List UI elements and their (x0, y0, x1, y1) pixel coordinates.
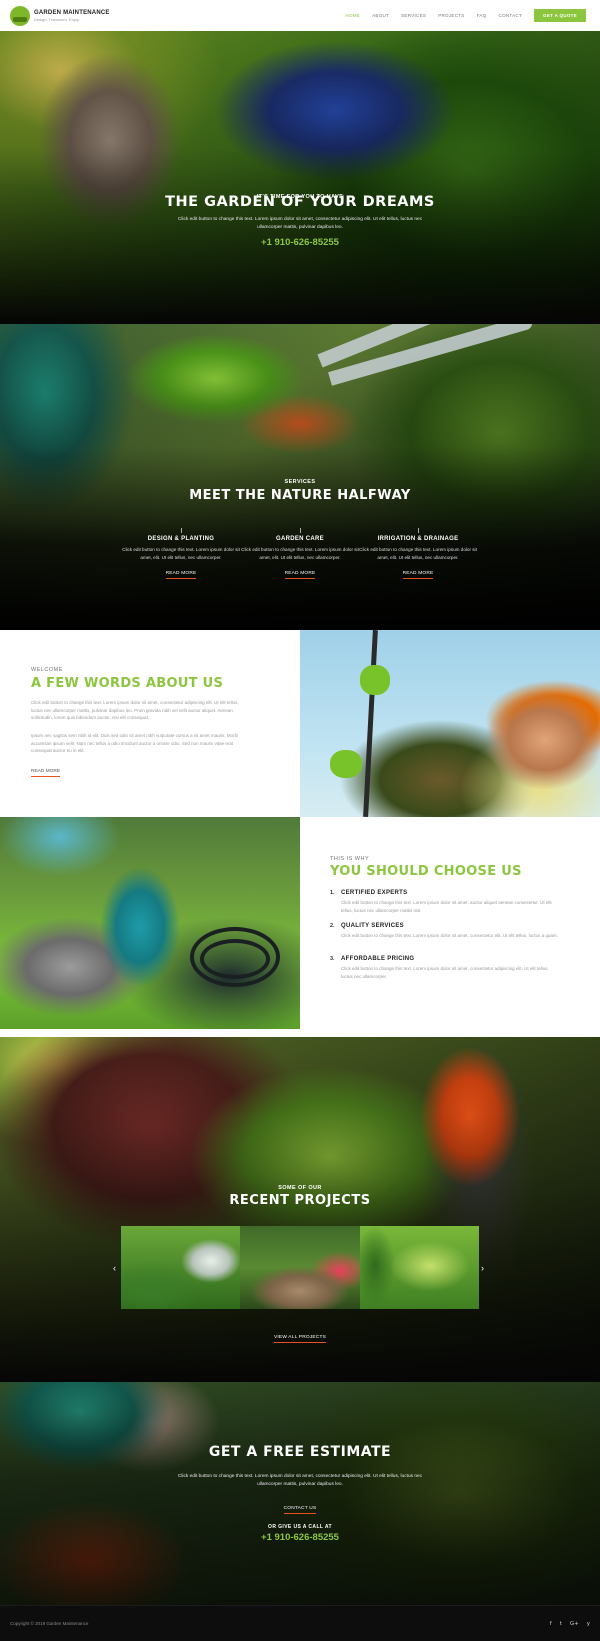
project-thumbnail-stone-path[interactable] (240, 1226, 360, 1309)
nav-contact[interactable]: CONTACT (499, 13, 523, 18)
youtube-icon[interactable]: y (587, 1621, 590, 1627)
carousel-next-arrow-icon[interactable]: › (481, 1263, 484, 1273)
google-plus-icon[interactable]: G+ (570, 1621, 579, 1627)
contact-us-link[interactable]: CONTACT US (283, 1506, 317, 1514)
hero-text-line-2: ullamcorper mattis, pulvinar dapibus leo… (257, 225, 343, 230)
hero-text-line-1: Click edit button to change this text. L… (177, 217, 423, 222)
brand-tagline: Design. Transform. Enjoy. (34, 16, 80, 22)
nav-faq[interactable]: FAQ (477, 13, 487, 18)
service-text: Click edit button to change this text. L… (359, 547, 477, 560)
reason-text: Click edit button to change this text. L… (341, 933, 558, 938)
estimate-text-line-1: Click edit button to change this text. L… (177, 1474, 423, 1479)
nav-about[interactable]: ABOUT (372, 13, 389, 18)
divider (417, 528, 419, 533)
main-nav: HOME ABOUT SERVICES PROJECTS FAQ CONTACT… (333, 9, 586, 22)
brand-name[interactable]: GARDEN MAINTENANCE (34, 10, 110, 16)
hero-title: THE GARDEN OF YOUR DREAMS (165, 194, 435, 210)
services-title: MEET THE NATURE HALFWAY (189, 488, 411, 503)
service-title: GARDEN CARE (276, 536, 324, 542)
about-section: WELCOME A FEW WORDS ABOUT US Click edit … (0, 630, 300, 817)
estimate-section: GET A FREE ESTIMATE Click edit button to… (0, 1382, 600, 1605)
service-title: IRRIGATION & DRAINAGE (377, 536, 459, 542)
read-more-link[interactable]: READ MORE (165, 571, 197, 579)
service-design-planting: DESIGN & PLANTING Click edit button to c… (121, 528, 241, 579)
facebook-icon[interactable]: f (550, 1621, 552, 1627)
contact-us-wrap: CONTACT US (0, 1496, 600, 1514)
choose-eyebrow: THIS IS WHY (330, 856, 370, 862)
nav-home[interactable]: HOME (345, 13, 360, 18)
social-links: f t G+ y (542, 1621, 590, 1627)
logo[interactable]: GARDEN MAINTENANCE Design. Transform. En… (34, 10, 110, 22)
estimate-title: GET A FREE ESTIMATE (208, 1444, 392, 1460)
service-irrigation-drainage: IRRIGATION & DRAINAGE Click edit button … (358, 528, 478, 579)
about-eyebrow: WELCOME (31, 667, 63, 673)
shears-blade-decoration (328, 324, 534, 386)
about-read-more-link[interactable]: READ MORE (31, 769, 61, 777)
projects-section: SOME OF OUR RECENT PROJECTS ‹ › VIEW ALL… (0, 1037, 600, 1382)
divider (180, 528, 182, 533)
gardener-irrigation-image (0, 817, 300, 1029)
projects-carousel (121, 1226, 479, 1309)
view-all-projects-link[interactable]: VIEW ALL PROJECTS (273, 1335, 326, 1343)
about-paragraph-2: Ipsum nec sagittis sem nibh id elit. Dui… (31, 733, 239, 753)
service-text: Click edit button to change this text. L… (241, 547, 359, 560)
service-garden-care: GARDEN CARE Click edit button to change … (240, 528, 360, 579)
twitter-icon[interactable]: t (560, 1621, 562, 1627)
pruner-pole (363, 630, 378, 817)
logo-icon[interactable] (10, 5, 30, 26)
choose-title: YOU SHOULD CHOOSE US (330, 864, 522, 879)
site-header: GARDEN MAINTENANCE Design. Transform. En… (0, 0, 600, 31)
reason-title: AFFORDABLE PRICING (341, 956, 415, 962)
service-text: Click edit button to change this text. L… (122, 547, 240, 560)
reason-affordable-pricing: 3. AFFORDABLE PRICING Click edit button … (330, 956, 560, 980)
carousel-prev-arrow-icon[interactable]: ‹ (113, 1263, 116, 1273)
reason-number: 1. (330, 890, 335, 896)
glove-decoration (360, 665, 390, 695)
reason-quality-services: 2. QUALITY SERVICES Click edit button to… (330, 923, 560, 940)
services-section: SERVICES MEET THE NATURE HALFWAY (0, 324, 600, 630)
glove-decoration (330, 750, 362, 778)
about-title: A FEW WORDS ABOUT US (31, 676, 224, 691)
reason-title: QUALITY SERVICES (341, 923, 404, 929)
hero-phone[interactable]: +1 910-626-85255 (0, 237, 600, 248)
nav-projects[interactable]: PROJECTS (438, 13, 464, 18)
reason-number: 3. (330, 956, 335, 962)
hose-decoration (200, 939, 270, 979)
projects-eyebrow: SOME OF OUR (278, 1185, 322, 1191)
reason-title: CERTIFIED EXPERTS (341, 890, 408, 896)
call-label: OR GIVE US A CALL AT (268, 1524, 332, 1530)
reason-text: Click edit button to change this text. L… (341, 900, 552, 913)
gardener-pruning-image (300, 630, 600, 817)
site-footer: Copyright © 2019 Garden Maintenance f t … (0, 1605, 600, 1641)
service-title: DESIGN & PLANTING (147, 536, 215, 542)
view-all-projects-wrap: VIEW ALL PROJECTS (0, 1325, 600, 1343)
reason-certified-experts: 1. CERTIFIED EXPERTS Click edit button t… (330, 890, 560, 914)
divider (299, 528, 301, 533)
nav-services[interactable]: SERVICES (401, 13, 426, 18)
estimate-phone[interactable]: +1 910-626-85255 (0, 1532, 600, 1543)
reason-number: 2. (330, 923, 335, 929)
copyright-text: Copyright © 2019 Garden Maintenance (10, 1621, 89, 1626)
about-paragraph-1: Click edit button to change this text. L… (31, 700, 239, 720)
estimate-text-line-2: ullamcorper mattis, pulvinar dapibus leo… (257, 1482, 343, 1487)
services-eyebrow: SERVICES (284, 479, 316, 485)
reason-text: Click edit button to change this text. L… (341, 966, 549, 979)
get-a-quote-button[interactable]: GET A QUOTE (534, 9, 586, 22)
projects-title: RECENT PROJECTS (229, 1193, 371, 1208)
read-more-link[interactable]: READ MORE (284, 571, 316, 579)
project-thumbnail-greenhouse[interactable] (121, 1226, 241, 1309)
hero-section: IT'S TIME FOR YOU TO HAVE THE GARDEN OF … (0, 31, 600, 324)
read-more-link[interactable]: READ MORE (402, 571, 434, 579)
project-thumbnail-lawn[interactable] (359, 1226, 479, 1309)
choose-us-section: THIS IS WHY YOU SHOULD CHOOSE US 1. CERT… (300, 817, 600, 1029)
